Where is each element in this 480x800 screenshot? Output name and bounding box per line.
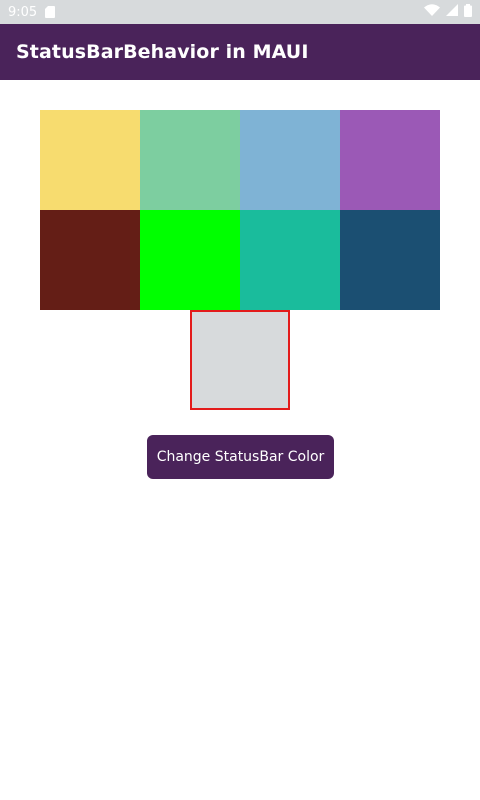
app-title: StatusBarBehavior in MAUI xyxy=(16,41,309,63)
color-swatch-teal[interactable] xyxy=(240,210,340,310)
color-palette-grid xyxy=(40,110,440,310)
status-right-icons xyxy=(424,3,472,21)
status-time: 9:05 xyxy=(8,4,38,20)
color-swatch-mint[interactable] xyxy=(140,110,240,210)
change-statusbar-color-button[interactable]: Change StatusBar Color xyxy=(147,435,334,479)
color-swatch-navy[interactable] xyxy=(340,210,440,310)
status-bar: 9:05 xyxy=(0,0,480,24)
selected-color-preview xyxy=(190,310,290,410)
wifi-icon xyxy=(424,4,440,20)
color-swatch-purple[interactable] xyxy=(340,110,440,210)
color-swatch-yellow[interactable] xyxy=(40,110,140,210)
color-swatch-lime[interactable] xyxy=(140,210,240,310)
color-swatch-light-blue[interactable] xyxy=(240,110,340,210)
sd-card-icon xyxy=(45,6,56,18)
battery-icon xyxy=(464,3,472,21)
color-swatch-dark-red[interactable] xyxy=(40,210,140,310)
app-bar: StatusBarBehavior in MAUI xyxy=(0,24,480,80)
cell-signal-icon xyxy=(446,4,458,20)
